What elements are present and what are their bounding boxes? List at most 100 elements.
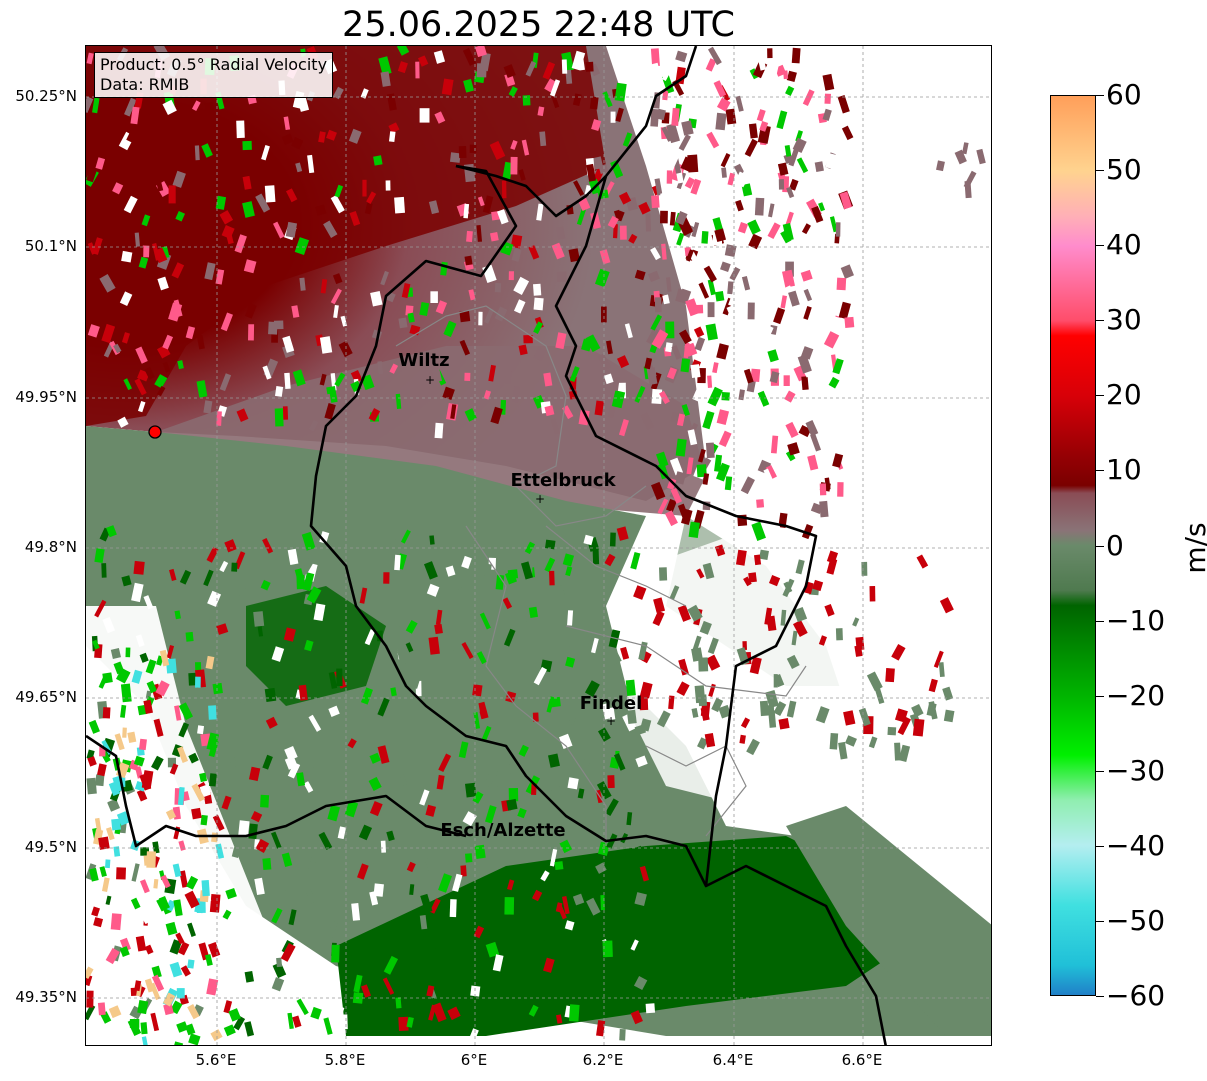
radar-speckle: [912, 718, 925, 737]
radar-speckle: [474, 844, 486, 859]
radar-speckle: [187, 959, 195, 969]
radar-speckle: [274, 408, 284, 427]
radar-speckle: [506, 798, 518, 811]
colorbar-tick: [1096, 395, 1104, 397]
radar-speckle: [778, 179, 785, 190]
radar-speckle: [659, 567, 668, 581]
radar-speckle: [242, 140, 252, 151]
radar-speckle: [253, 611, 265, 627]
radar-speckle: [185, 631, 194, 642]
radar-speckle: [201, 879, 210, 897]
radar-speckle: [654, 297, 662, 313]
radar-speckle: [121, 250, 133, 263]
radar-speckle: [231, 562, 238, 572]
city-label-esch-alzette: Esch/Alzette: [440, 820, 566, 841]
radar-speckle: [712, 362, 719, 374]
radar-speckle: [296, 574, 305, 590]
radar-speckle: [125, 647, 131, 658]
colorbar-tick-label: −30: [1106, 753, 1166, 787]
radar-speckle: [532, 283, 542, 296]
radar-speckle: [472, 684, 483, 697]
radar-site-marker: [148, 425, 162, 439]
radar-speckle: [783, 70, 789, 80]
radar-speckle: [734, 401, 741, 417]
radar-speckle: [458, 145, 467, 159]
radar-speckle: [287, 1012, 294, 1030]
radar-speckle: [262, 858, 272, 871]
radar-speckle: [212, 682, 223, 695]
radar-speckle: [783, 375, 790, 386]
radar-speckle: [585, 61, 594, 72]
colorbar-unit-label: m/s: [1179, 522, 1207, 574]
radar-speckle: [567, 610, 574, 626]
radar-speckle: [434, 623, 443, 635]
radar-map-svg: + + +: [86, 46, 991, 1045]
radar-speckle: [146, 851, 156, 868]
radar-speckle: [264, 185, 276, 203]
radar-speckle: [676, 232, 685, 246]
radar-speckle: [685, 298, 700, 317]
radar-speckle: [116, 867, 126, 880]
radar-speckle: [168, 185, 176, 204]
radar-speckle: [589, 96, 599, 110]
colorbar-tick: [1096, 845, 1104, 847]
colorbar-tick: [1096, 320, 1104, 322]
radar-speckle: [248, 324, 255, 341]
radar-speckle: [101, 790, 109, 803]
radar-speckle: [844, 316, 855, 328]
radar-speckle: [554, 861, 564, 871]
city-marker-findel: +: [606, 714, 616, 728]
radar-speckle: [101, 563, 107, 578]
colorbar-tick: [1096, 470, 1104, 472]
radar-speckle: [111, 818, 122, 831]
radar-speckle: [801, 376, 809, 391]
radar-speckle: [716, 409, 730, 426]
colorbar-tick: [1096, 770, 1104, 772]
colorbar-tick-label: 30: [1106, 303, 1142, 337]
radar-speckle: [694, 336, 706, 351]
radar-speckle: [659, 210, 668, 224]
radar-speckle: [464, 372, 471, 381]
radar-speckle: [200, 814, 208, 826]
radar-speckle: [688, 104, 697, 117]
colorbar-tick-label: −40: [1106, 828, 1166, 862]
radar-speckle: [195, 676, 201, 688]
radar-speckle: [756, 499, 765, 508]
radar-speckle: [208, 705, 217, 720]
radar-speckle: [835, 222, 841, 237]
radar-speckle: [651, 388, 663, 405]
radar-speckle: [694, 685, 706, 704]
radar-speckle: [268, 321, 278, 335]
radar-speckle: [680, 358, 691, 373]
radar-speckle: [501, 180, 507, 199]
city-label-ettelbruck: Ettelbruck: [510, 470, 616, 491]
radar-speckle: [698, 282, 710, 299]
radar-speckle: [478, 311, 483, 326]
radar-speckle: [197, 725, 205, 735]
radar-speckle: [275, 386, 284, 397]
radar-speckle: [394, 554, 401, 571]
radar-speckle: [835, 628, 843, 641]
radar-speckle: [86, 990, 94, 1008]
radar-speckle: [671, 107, 680, 127]
radar-speckle: [122, 727, 127, 738]
radar-map[interactable]: + + +: [85, 45, 992, 1046]
radar-speckle: [734, 367, 746, 380]
radar-speckle: [310, 1006, 322, 1020]
radar-speckle: [95, 774, 105, 787]
colorbar-tick-label: −20: [1106, 678, 1166, 712]
city-label-findel: Findel: [579, 693, 643, 714]
radar-speckle: [592, 549, 600, 565]
radar-speckle: [296, 998, 309, 1016]
radar-speckle: [759, 549, 769, 561]
radar-speckle: [727, 281, 734, 295]
radar-speckle: [466, 230, 473, 243]
radar-speckle: [701, 231, 709, 244]
city-marker-wiltz: +: [425, 373, 435, 387]
radar-speckle: [138, 738, 147, 751]
radar-speckle: [707, 302, 715, 318]
radar-speckle: [740, 476, 755, 495]
radar-speckle: [716, 343, 729, 360]
radar-speckle: [814, 161, 824, 172]
lat-label: 50.25°N: [15, 87, 77, 105]
